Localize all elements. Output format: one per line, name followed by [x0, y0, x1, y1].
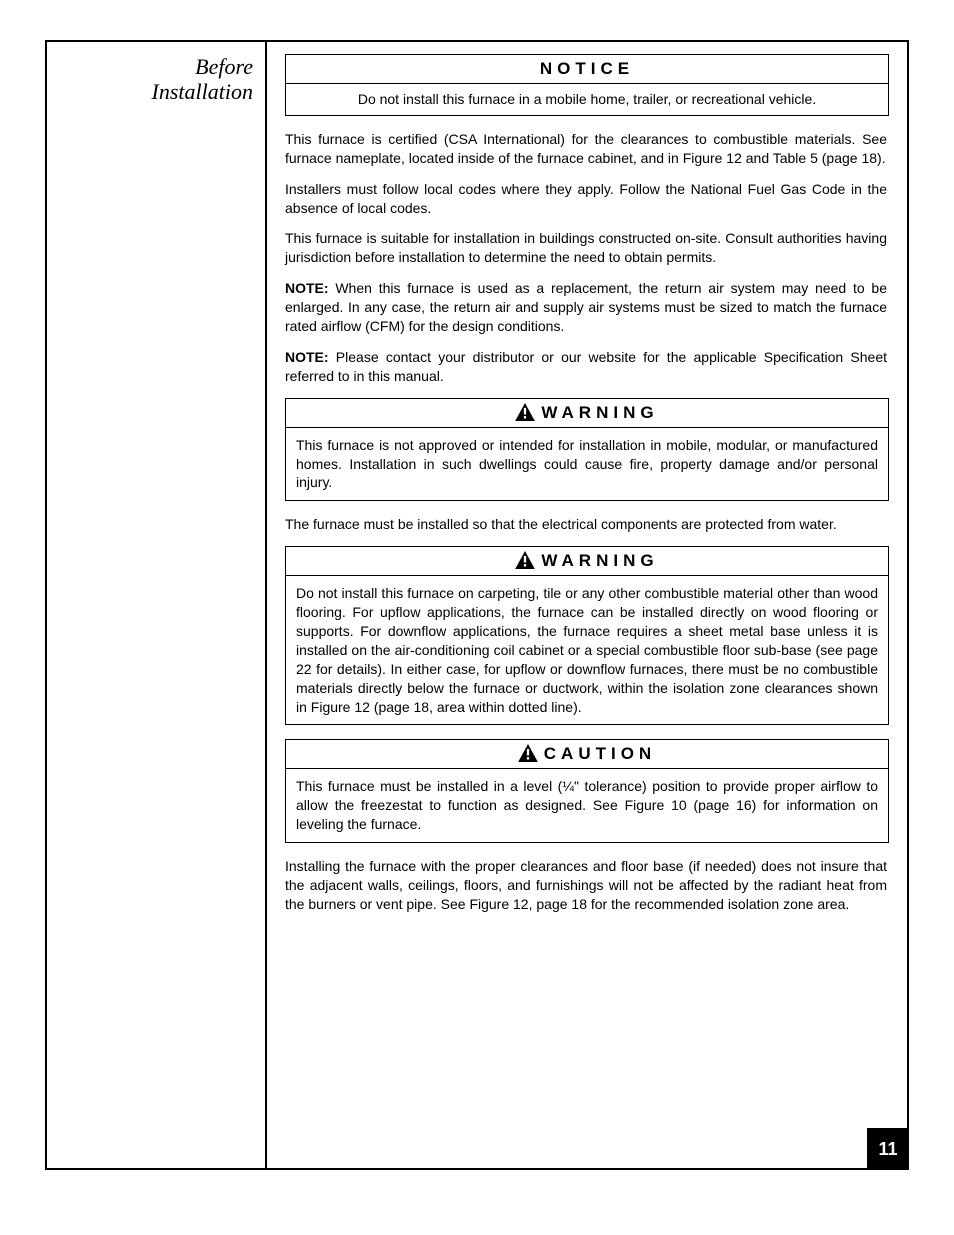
notice-box: NOTICE Do not install this furnace in a … — [285, 54, 889, 116]
note-paragraph: NOTE: Please contact your distributor or… — [285, 348, 887, 386]
warning-box: WARNING Do not install this furnace on c… — [285, 546, 889, 725]
page-columns: Before Installation NOTICE Do not instal… — [47, 42, 907, 1168]
caution-header: CAUTION — [286, 740, 888, 769]
warning-body: Do not install this furnace on carpeting… — [286, 576, 888, 724]
note-text: Please contact your distributor or our w… — [285, 349, 887, 384]
warning-box: WARNING This furnace is not approved or … — [285, 398, 889, 502]
section-title-line2: Installation — [59, 79, 253, 104]
alert-triangle-icon — [518, 744, 538, 762]
note-label: NOTE: — [285, 280, 335, 296]
paragraph: Installers must follow local codes where… — [285, 180, 887, 218]
alert-triangle-icon — [515, 551, 535, 569]
warning-header: WARNING — [286, 547, 888, 576]
alert-triangle-icon — [515, 403, 535, 421]
paragraph: This furnace is suitable for installatio… — [285, 229, 887, 267]
main-content: NOTICE Do not install this furnace in a … — [267, 42, 907, 1168]
warning-body: This furnace is not approved or intended… — [286, 428, 888, 501]
note-text: When this furnace is used as a replaceme… — [285, 280, 887, 334]
section-title: Before Installation — [59, 54, 253, 105]
paragraph: Installing the furnace with the proper c… — [285, 857, 887, 914]
warning-header-text: WARNING — [541, 403, 658, 423]
paragraph: The furnace must be installed so that th… — [285, 515, 887, 534]
caution-body: This furnace must be installed in a leve… — [286, 769, 888, 842]
warning-header-text: WARNING — [541, 551, 658, 571]
section-title-line1: Before — [195, 54, 253, 79]
caution-box: CAUTION This furnace must be installed i… — [285, 739, 889, 843]
paragraph: This furnace is certified (CSA Internati… — [285, 130, 887, 168]
warning-header: WARNING — [286, 399, 888, 428]
page-frame: Before Installation NOTICE Do not instal… — [45, 40, 909, 1170]
note-label: NOTE: — [285, 349, 336, 365]
notice-header: NOTICE — [286, 55, 888, 84]
notice-body: Do not install this furnace in a mobile … — [286, 84, 888, 115]
note-paragraph: NOTE: When this furnace is used as a rep… — [285, 279, 887, 336]
sidebar: Before Installation — [47, 42, 267, 1168]
caution-header-text: CAUTION — [544, 744, 656, 764]
page-number: 11 — [867, 1128, 909, 1170]
